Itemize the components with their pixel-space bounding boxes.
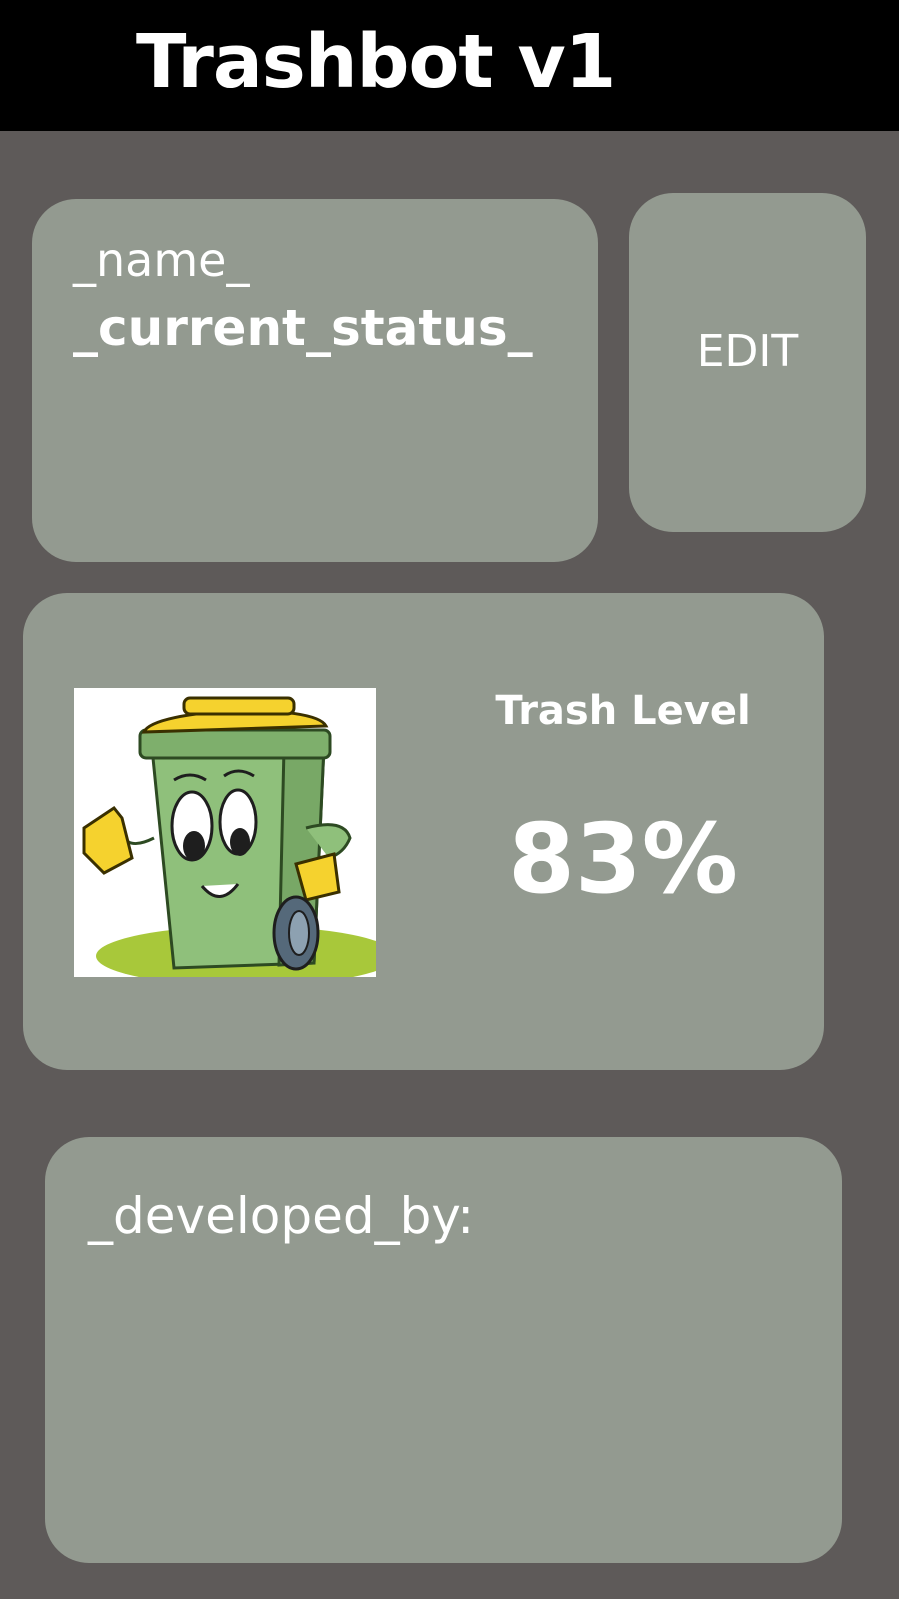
developed-by-label: _developed_by: — [88, 1187, 475, 1245]
developer-card: _developed_by: — [45, 1137, 842, 1563]
edit-button[interactable]: EDIT — [629, 193, 866, 532]
bot-name: _name_ — [73, 233, 250, 287]
trash-level-label: Trash Level — [495, 688, 751, 734]
trash-level-value: 83% — [508, 803, 738, 915]
info-card: _name_ _current_status_ — [32, 199, 598, 562]
trash-bin-mascot-icon — [74, 688, 376, 977]
current-status: _current_status_ — [73, 299, 533, 357]
trash-level-card: Trash Level 83% — [23, 593, 824, 1070]
edit-button-label: EDIT — [696, 326, 799, 377]
app-title: Trashbot v1 — [136, 19, 616, 105]
app-header: Trashbot v1 — [0, 0, 899, 131]
